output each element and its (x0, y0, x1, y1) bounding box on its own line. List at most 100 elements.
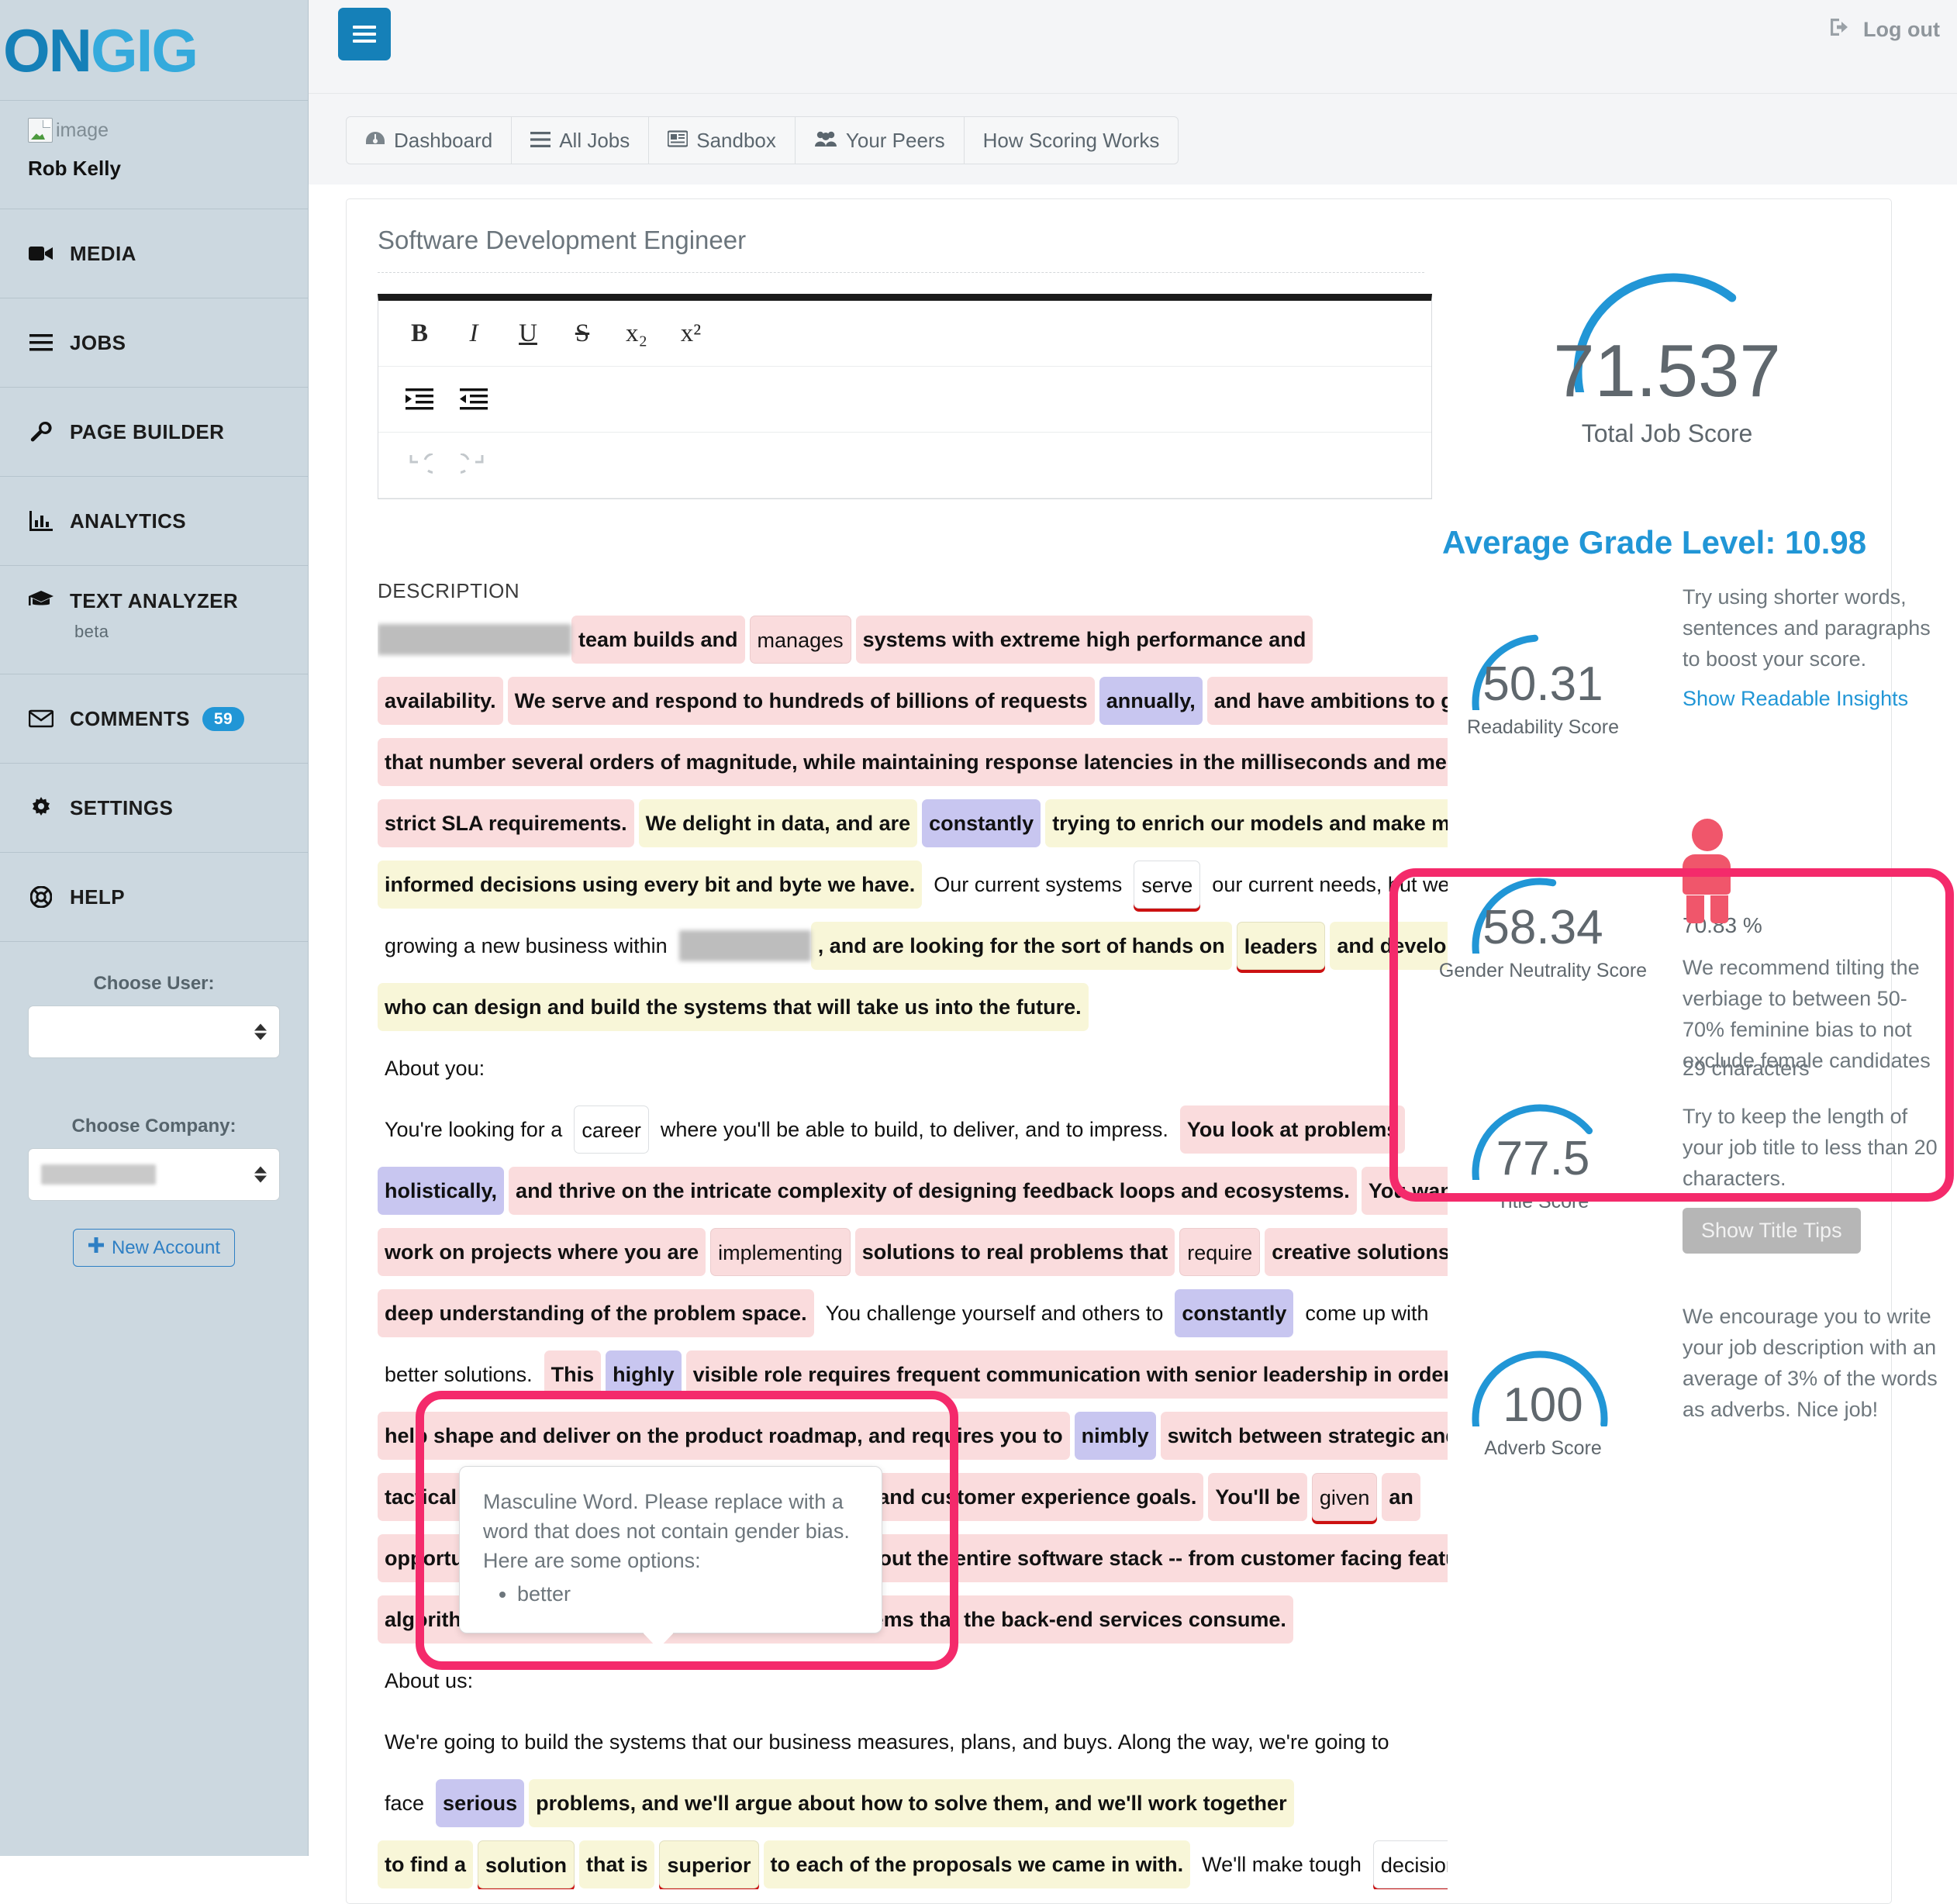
description-segment[interactable]: come up with (1298, 1289, 1435, 1337)
choose-company-select[interactable] (28, 1148, 280, 1201)
description-segment[interactable]: About us: (378, 1657, 480, 1705)
new-account-button[interactable]: New Account (72, 1229, 236, 1267)
sidebar-item-label: HELP (70, 885, 125, 909)
tab-how-scoring-works[interactable]: How Scoring Works (964, 116, 1179, 164)
show-title-tips-button[interactable]: Show Title Tips (1683, 1208, 1861, 1254)
description-segment[interactable]: You'll be (1208, 1473, 1307, 1521)
description-segment[interactable]: serve (1134, 861, 1201, 909)
description-segment[interactable]: You look at problems (1179, 1105, 1406, 1154)
stepper-arrows-icon (254, 1023, 267, 1040)
tab-all-jobs[interactable]: All Jobs (512, 116, 650, 164)
job-title-input[interactable]: Software Development Engineer (378, 226, 1424, 273)
description-segment[interactable]: team builds and (571, 616, 745, 664)
tab-label: Dashboard (394, 128, 493, 152)
description-segment[interactable]: solutions to real problems that (854, 1228, 1175, 1276)
description-segment[interactable]: face (378, 1779, 431, 1827)
bold-button[interactable]: B (395, 312, 444, 355)
description-segment[interactable]: to find a (378, 1840, 473, 1888)
description-segment[interactable]: , and are looking for the sort of hands … (810, 922, 1232, 970)
description-segment[interactable]: annually, (1099, 677, 1203, 725)
avatar-alt-text: image (56, 119, 109, 141)
subscript-button[interactable]: x₂ (613, 312, 661, 355)
description-segment[interactable]: highly (606, 1350, 682, 1399)
description-segment[interactable]: nimbly (1074, 1412, 1156, 1460)
description-segment[interactable]: visible role requires frequent communica… (685, 1350, 1448, 1399)
description-segment[interactable]: that is (578, 1840, 655, 1888)
description-segment[interactable]: creative solutions and (1265, 1228, 1448, 1276)
description-segment[interactable]: We delight in data, and are (638, 799, 918, 847)
description-segment[interactable]: strict SLA requirements. (378, 799, 634, 847)
description-segment[interactable]: availability. (378, 677, 503, 725)
description-segment[interactable]: help shape and deliver on the product ro… (378, 1412, 1070, 1460)
description-segment[interactable]: decisions (1372, 1840, 1448, 1888)
description-segment[interactable]: deep understanding of the problem space. (378, 1289, 814, 1337)
description-segment[interactable]: an (1382, 1473, 1420, 1521)
description-segment[interactable]: problems, and we'll argue about how to s… (529, 1779, 1294, 1827)
undo-button[interactable] (395, 443, 444, 487)
description-segment[interactable]: systems with extreme high performance an… (855, 616, 1313, 664)
description-segment[interactable]: serious (436, 1779, 525, 1827)
tooltip-option[interactable]: better (517, 1578, 858, 1609)
description-segment[interactable]: require (1179, 1228, 1261, 1276)
strikethrough-button[interactable]: S (558, 312, 606, 355)
description-segment[interactable]: You challenge yourself and others to (819, 1289, 1171, 1337)
description-segment[interactable]: superior (659, 1840, 759, 1888)
segment-gap (1369, 1840, 1373, 1888)
description-segment[interactable]: We'll make tough (1195, 1840, 1369, 1888)
tab-dashboard[interactable]: Dashboard (346, 116, 513, 164)
description-segment[interactable]: This (544, 1350, 602, 1399)
show-readable-insights-link[interactable]: Show Readable Insights (1683, 687, 1908, 711)
description-segment[interactable]: work on projects where you are (378, 1228, 706, 1276)
description-segment[interactable]: solution (477, 1840, 575, 1888)
description-segment[interactable]: switch between strategic and (1160, 1412, 1448, 1460)
choose-user-select[interactable] (28, 1005, 280, 1058)
indent-button[interactable] (395, 378, 444, 421)
sidebar-item-settings[interactable]: SETTINGS (0, 764, 308, 853)
description-segment[interactable]: We serve and respond to hundreds of bill… (507, 677, 1095, 725)
underline-button[interactable]: U (504, 312, 552, 355)
description-segment[interactable]: informed decisions using every bit and b… (378, 861, 923, 909)
description-segment[interactable]: constantly (922, 799, 1041, 847)
description-segment[interactable]: leaders (1236, 922, 1326, 970)
description-segment[interactable]: our current needs, but we are (1205, 861, 1448, 909)
description-segment[interactable]: Our current systems (927, 861, 1129, 909)
sidebar-item-text-analyzer[interactable]: TEXT ANALYZER beta (0, 566, 308, 674)
sidebar-item-analytics[interactable]: ANALYTICS (0, 477, 308, 566)
sidebar-item-help[interactable]: HELP (0, 853, 308, 942)
brand-logo[interactable]: ONGIG (0, 0, 308, 101)
description-segment[interactable]: that number several orders of magnitude,… (378, 738, 1448, 786)
description-segment[interactable]: better solutions. (378, 1350, 540, 1399)
description-segment[interactable]: growing a new business within (378, 922, 675, 970)
description-segment[interactable]: About you: (378, 1044, 492, 1092)
tab-your-peers[interactable]: Your Peers (795, 116, 965, 164)
description-segment[interactable]: constantly (1175, 1289, 1294, 1337)
logout-button[interactable]: Log out (1829, 17, 1940, 43)
description-segment[interactable]: We're going to build the systems that ou… (378, 1718, 1396, 1766)
tab-label: Sandbox (696, 128, 776, 152)
description-segment[interactable]: and thrive on the intricate complexity o… (509, 1167, 1357, 1215)
sidebar-item-comments[interactable]: COMMENTS 59 (0, 674, 308, 764)
superscript-button[interactable]: x² (667, 312, 715, 355)
description-segment[interactable]: manages (749, 616, 851, 664)
broken-image-icon (28, 118, 53, 143)
italic-button[interactable]: I (450, 312, 498, 355)
sidebar-item-page-builder[interactable]: PAGE BUILDER (0, 388, 308, 477)
description-segment[interactable]: to each of the proposals we came in with… (763, 1840, 1191, 1888)
description-segment[interactable]: career (574, 1105, 649, 1154)
description-segment[interactable]: implementing (710, 1228, 851, 1276)
tab-sandbox[interactable]: Sandbox (649, 116, 796, 164)
readability-score-row: 50.31 Readability Score Try using shorte… (1427, 569, 1957, 802)
menu-toggle-button[interactable] (338, 8, 391, 60)
outdent-button[interactable] (450, 378, 498, 421)
description-body[interactable]: DESCRIPTION team builds and manages system… (378, 579, 1448, 1889)
sidebar-item-jobs[interactable]: JOBS (0, 298, 308, 388)
description-segment[interactable]: trying to enrich our models and make mor… (1045, 799, 1448, 847)
sidebar-item-media[interactable]: MEDIA (0, 209, 308, 298)
description-segment[interactable]: You're looking for a (378, 1105, 569, 1154)
description-segment[interactable]: holistically, (378, 1167, 505, 1215)
redo-button[interactable] (450, 443, 498, 487)
description-segment[interactable]: where you'll be able to build, to delive… (654, 1105, 1175, 1154)
description-segment[interactable]: and have ambitions to grow (1206, 677, 1448, 725)
description-segment[interactable]: who can design and build the systems tha… (378, 983, 1089, 1031)
description-segment[interactable]: given (1311, 1473, 1378, 1521)
